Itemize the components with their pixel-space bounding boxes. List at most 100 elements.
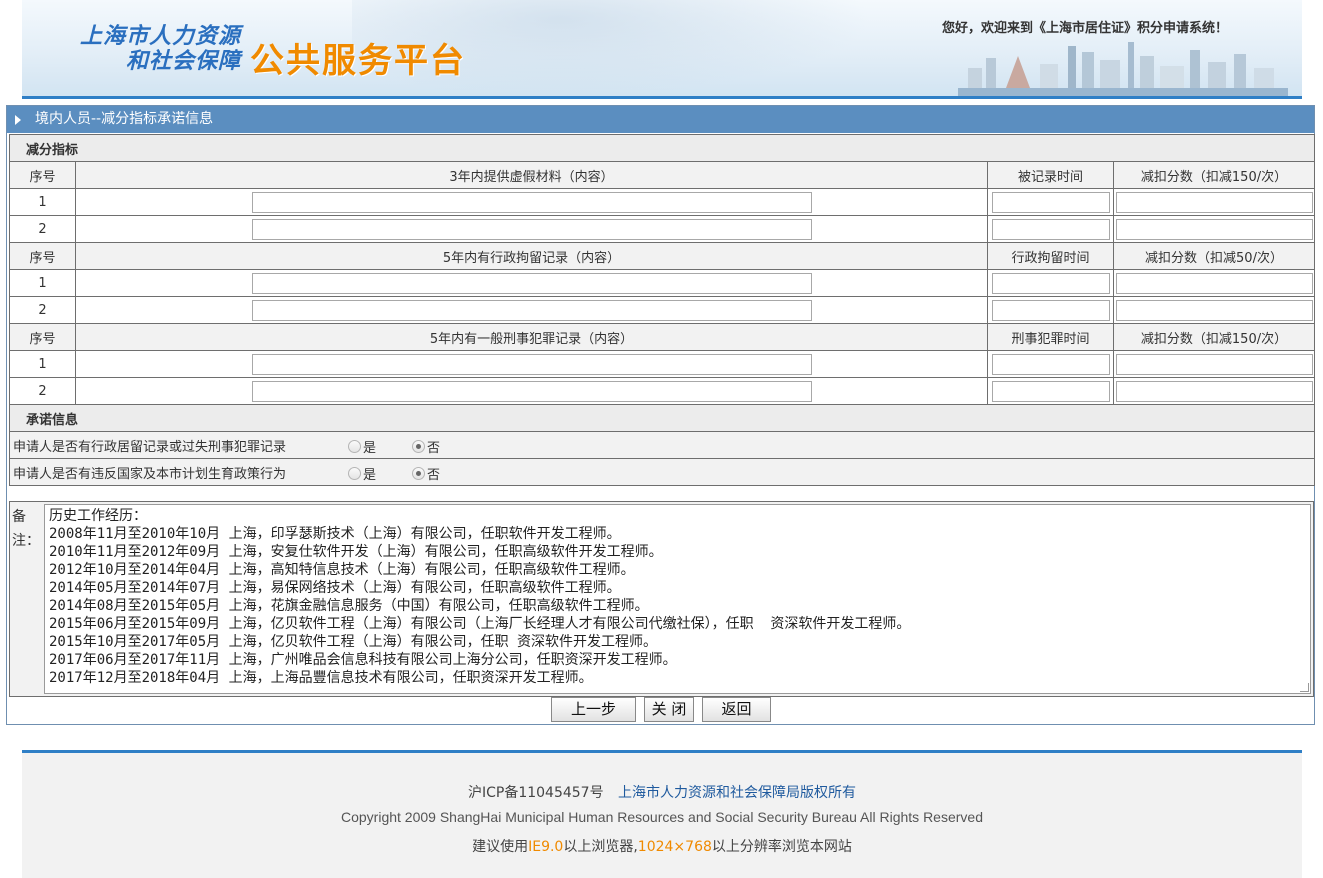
score-header: 减扣分数（扣减150/次） — [1112, 161, 1316, 189]
radio-no-option[interactable]: 否 — [412, 464, 440, 483]
time-header: 刑事犯罪时间 — [987, 323, 1114, 351]
tip-browser: IE9.0 — [528, 839, 564, 855]
seq-header: 序号 — [9, 242, 76, 270]
logo-line2: 和社会保障 — [126, 48, 242, 74]
radio-yes-label: 是 — [363, 468, 377, 483]
time-header: 行政拘留时间 — [987, 242, 1114, 270]
score-input[interactable] — [1115, 299, 1313, 321]
score-cell — [1112, 350, 1316, 378]
score-cell — [1112, 377, 1316, 405]
content-cell — [75, 188, 988, 216]
score-input[interactable] — [1115, 272, 1313, 294]
radio-no-selected[interactable] — [412, 467, 425, 480]
score-header: 减扣分数（扣减50/次） — [1112, 242, 1316, 270]
time-cell — [987, 350, 1114, 378]
time-input[interactable] — [991, 380, 1110, 402]
seq-cell: 2 — [9, 377, 76, 405]
panel-titlebar: 境内人员--减分指标承诺信息 — [7, 106, 1314, 133]
button-row: 上一步 关 闭 返回 — [7, 697, 1314, 725]
content-input[interactable] — [251, 272, 812, 294]
resize-grip-icon[interactable] — [1300, 683, 1309, 692]
score-input[interactable] — [1115, 218, 1313, 240]
content-input[interactable] — [251, 218, 812, 240]
commitment-row: 申请人是否有行政居留记录或过失刑事犯罪记录 是 否 — [8, 431, 1316, 459]
score-cell — [1112, 296, 1316, 324]
footer: 沪ICP备11045457号 上海市人力资源和社会保障局版权所有 Copyrig… — [22, 750, 1302, 878]
seq-header: 序号 — [9, 323, 76, 351]
time-input[interactable] — [991, 191, 1110, 213]
tip-post: 以上分辨率浏览本网站 — [711, 839, 852, 855]
score-cell — [1112, 215, 1316, 243]
platform-title: 公共服务平台 — [250, 41, 466, 81]
bureau-logo-text: 上海市人力资源 和社会保障 — [80, 24, 241, 74]
score-input[interactable] — [1115, 191, 1313, 213]
score-input[interactable] — [1115, 380, 1313, 402]
time-cell — [987, 377, 1114, 405]
panel-title: 境内人员--减分指标承诺信息 — [35, 111, 214, 127]
seq-cell: 2 — [9, 296, 76, 324]
icp-number: 沪ICP备11045457号 — [467, 785, 604, 801]
city-skyline-icon — [958, 42, 1288, 96]
footer-copyright: Copyright 2009 ShangHai Municipal Human … — [340, 809, 983, 825]
tip-mid: 以上浏览器, — [563, 839, 638, 855]
triangle-right-icon — [15, 115, 21, 125]
score-input[interactable] — [1115, 353, 1313, 375]
commitment-panel: 境内人员--减分指标承诺信息 减分指标 序号 3年内提供虚假材料（内容） 被记录… — [6, 105, 1316, 725]
logo-line1: 上海市人力资源 — [80, 23, 242, 49]
content-cell — [75, 296, 988, 324]
tip-pre: 建议使用 — [472, 839, 529, 855]
content-input[interactable] — [251, 299, 812, 321]
time-cell — [987, 296, 1114, 324]
prev-step-button[interactable]: 上一步 — [551, 697, 636, 722]
deduction-section-label: 减分指标 — [8, 134, 1316, 162]
radio-yes-option[interactable]: 是 — [348, 437, 376, 456]
remark-section: 备注： 历史工作经历： 2008年11月至2010年10月 上海，印孚瑟斯技术（… — [9, 501, 1314, 697]
score-cell — [1112, 269, 1316, 297]
seq-cell: 2 — [9, 215, 76, 243]
time-input[interactable] — [991, 218, 1110, 240]
content-header: 3年内提供虚假材料（内容） — [75, 161, 988, 189]
content-input[interactable] — [251, 191, 812, 213]
time-cell — [987, 188, 1114, 216]
radio-yes[interactable] — [348, 467, 361, 480]
content-input[interactable] — [251, 380, 812, 402]
remark-textarea[interactable]: 历史工作经历： 2008年11月至2010年10月 上海，印孚瑟斯技术（上海）有… — [44, 504, 1311, 694]
time-cell — [987, 215, 1114, 243]
time-cell — [987, 269, 1114, 297]
back-button[interactable]: 返回 — [702, 697, 771, 722]
time-input[interactable] — [991, 299, 1110, 321]
header-banner: 上海市人力资源 和社会保障 公共服务平台 您好，欢迎来到《上海市居住证》积分申请… — [22, 0, 1302, 99]
radio-no-option[interactable]: 否 — [412, 437, 440, 456]
score-cell — [1112, 188, 1316, 216]
time-header: 被记录时间 — [987, 161, 1114, 189]
seq-header: 序号 — [9, 161, 76, 189]
content-input[interactable] — [251, 353, 812, 375]
content-cell — [75, 269, 988, 297]
radio-no-label: 否 — [427, 468, 441, 483]
score-header: 减扣分数（扣减150/次） — [1112, 323, 1316, 351]
remark-label: 备注： — [12, 509, 40, 549]
commitment-question: 申请人是否有违反国家及本市计划生育政策行为 — [13, 466, 287, 482]
radio-no-label: 否 — [427, 441, 441, 456]
content-header: 5年内有行政拘留记录（内容） — [75, 242, 988, 270]
seq-cell: 1 — [9, 350, 76, 378]
tip-resolution: 1024×768 — [637, 839, 712, 855]
copyright-owner-link[interactable]: 上海市人力资源和社会保障局版权所有 — [618, 785, 856, 801]
close-button[interactable]: 关 闭 — [644, 697, 694, 722]
commitment-question: 申请人是否有行政居留记录或过失刑事犯罪记录 — [13, 439, 287, 455]
radio-no-selected[interactable] — [412, 440, 425, 453]
time-input[interactable] — [991, 272, 1110, 294]
footer-line1: 沪ICP备11045457号 上海市人力资源和社会保障局版权所有 — [22, 782, 1302, 802]
radio-yes[interactable] — [348, 440, 361, 453]
content-header: 5年内有一般刑事犯罪记录（内容） — [75, 323, 988, 351]
content-cell — [75, 377, 988, 405]
content-cell — [75, 215, 988, 243]
radio-yes-option[interactable]: 是 — [348, 464, 376, 483]
commitment-row: 申请人是否有违反国家及本市计划生育政策行为 是 否 — [8, 458, 1316, 486]
welcome-text: 您好，欢迎来到《上海市居住证》积分申请系统！ — [941, 21, 1228, 36]
content-cell — [75, 350, 988, 378]
radio-yes-label: 是 — [363, 441, 377, 456]
time-input[interactable] — [991, 353, 1110, 375]
seq-cell: 1 — [9, 269, 76, 297]
commitment-section-label: 承诺信息 — [8, 404, 1316, 432]
